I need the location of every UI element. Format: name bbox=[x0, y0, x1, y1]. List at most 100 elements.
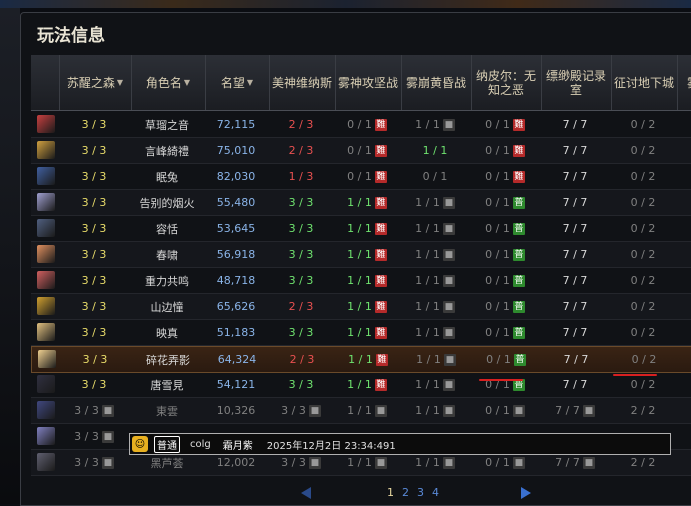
page-4[interactable]: 4 bbox=[432, 486, 439, 499]
score-cell: 54,121 bbox=[205, 372, 267, 397]
table-row[interactable]: 3 / 3 山边憧 65,626 2 / 31 / 1難1 / 1 ■ 0 / 1普7 /… bbox=[31, 294, 691, 320]
venus-value: 3 / 3 bbox=[288, 274, 314, 287]
name-value: 山边憧 bbox=[150, 300, 184, 314]
table-row[interactable]: 3 / 3 ■ 東雲 10,326 3 / 3 ■ 1 / 1 ■ 1 / 1 ■ 0 / 1 ■ 7 … bbox=[31, 398, 691, 424]
column-header-label: 角色名 bbox=[145, 75, 182, 90]
hard-mode-tag: 難 bbox=[375, 353, 388, 366]
name-cell: 碎花弄影 bbox=[132, 347, 204, 372]
dusk-value: 1 / 1 bbox=[415, 404, 440, 417]
character-avatar bbox=[37, 401, 55, 419]
forest-value: 3 / 3 bbox=[74, 456, 99, 469]
score-cell: 56,918 bbox=[205, 242, 267, 267]
name-cell: 草瑠之音 bbox=[131, 112, 203, 137]
siege-value: 1 / 1 bbox=[347, 196, 372, 209]
dusk-value: 1 / 1 bbox=[415, 248, 440, 261]
prev-page-icon[interactable] bbox=[301, 487, 311, 499]
table-row[interactable]: 3 / 3 重力共鸣 48,718 3 / 31 / 1難1 / 1 ■ 0 / 1普7 … bbox=[31, 268, 691, 294]
column-header-6[interactable]: 雾崩黄昏战 bbox=[401, 55, 470, 110]
lock-icon: ■ bbox=[442, 300, 455, 313]
forest-cell: 3 / 3 bbox=[59, 320, 129, 345]
column-header-9[interactable]: 征讨地下城 bbox=[611, 55, 676, 110]
score-value: 82,030 bbox=[216, 170, 256, 183]
score-value: 65,626 bbox=[216, 300, 256, 313]
dungeon-value: 0 / 2 bbox=[630, 326, 656, 339]
page-2[interactable]: 2 bbox=[402, 486, 409, 499]
table-row[interactable]: 3 / 3 言峰綺禮 75,010 2 / 30 / 1難1 / 10 / 1難7 /… bbox=[31, 138, 691, 164]
column-header-2[interactable]: 角色名 ▼ bbox=[131, 55, 204, 110]
column-header-5[interactable]: 雾神攻坚战 bbox=[335, 55, 400, 110]
venus-cell: 3 / 3 bbox=[269, 190, 333, 215]
page-3[interactable]: 3 bbox=[417, 486, 424, 499]
score-cell: 55,480 bbox=[205, 190, 267, 215]
score-value: 55,480 bbox=[216, 196, 256, 209]
column-header-10[interactable]: 雾 bbox=[677, 55, 691, 110]
venus-value: 3 / 3 bbox=[281, 456, 306, 469]
table-row[interactable]: 3 / 3 草瑠之音 72,115 2 / 30 / 1難1 / 1 ■ 0 / 1難7 … bbox=[31, 112, 691, 138]
siege-value: 1 / 1 bbox=[347, 326, 372, 339]
chat-name: 霜月紫 bbox=[222, 440, 253, 452]
table-row[interactable]: 3 / 3 眠兔 82,030 1 / 30 / 1難0 / 10 / 1難7 / 7… bbox=[31, 164, 691, 190]
annotation-underline-dungeon bbox=[613, 374, 657, 376]
column-header-label: 雾崩黄昏战 bbox=[405, 75, 466, 90]
column-header-3[interactable]: 名望 ▼ bbox=[205, 55, 268, 110]
mist-value: 7 / 7 bbox=[563, 353, 589, 366]
mist-cell: 7 / 7 bbox=[541, 138, 609, 163]
name-value: 東雲 bbox=[156, 404, 178, 418]
napier-cell: 0 / 1普 bbox=[471, 294, 539, 319]
score-value: 10,326 bbox=[216, 404, 256, 417]
mist-value: 7 / 7 bbox=[555, 404, 580, 417]
table-row[interactable]: 3 / 3 映真 51,183 3 / 31 / 1難1 / 1 ■ 0 / 1普7 / … bbox=[31, 320, 691, 346]
siege-value: 1 / 1 bbox=[348, 353, 373, 366]
napier-value: 0 / 1 bbox=[485, 274, 510, 287]
dusk-cell: 1 / 1 ■ bbox=[401, 112, 469, 137]
next-page-icon[interactable] bbox=[521, 487, 531, 499]
dungeon-value: 0 / 2 bbox=[630, 222, 656, 235]
dusk-cell: 1 / 1 bbox=[401, 138, 469, 163]
chat-icon: ☺ bbox=[132, 436, 148, 452]
name-value: 言峰綺禮 bbox=[145, 144, 189, 158]
column-header-4[interactable]: 美神维纳斯 bbox=[269, 55, 334, 110]
forest-value: 3 / 3 bbox=[81, 274, 107, 287]
page-1[interactable]: 1 bbox=[387, 486, 394, 499]
column-header-label: 名望 bbox=[220, 75, 245, 90]
lock-icon: ■ bbox=[442, 326, 455, 339]
lock-icon: ■ bbox=[442, 456, 455, 469]
mist-cell: 7 / 7 bbox=[541, 320, 609, 345]
table-row[interactable]: 3 / 3 唐雪見 54,121 3 / 31 / 1難1 / 1 ■ 0 / 1普7 /… bbox=[31, 372, 691, 398]
table-row[interactable]: 3 / 3 碎花弄影 64,324 2 / 31 / 1難1 / 1 ■ 0 / 1普7 … bbox=[31, 346, 691, 373]
column-header-8[interactable]: 缥缈殿记录室 bbox=[541, 55, 610, 110]
name-value: 黑芦荟 bbox=[150, 456, 184, 470]
venus-cell: 3 / 3 bbox=[269, 242, 333, 267]
hard-mode-tag: 難 bbox=[512, 170, 525, 183]
character-avatar bbox=[37, 141, 55, 159]
forest-value: 3 / 3 bbox=[81, 248, 107, 261]
sort-icon[interactable]: ▼ bbox=[184, 76, 190, 90]
dungeon-value: 0 / 2 bbox=[630, 274, 656, 287]
forest-value: 3 / 3 bbox=[81, 196, 107, 209]
dungeon-cell: 0 / 2 bbox=[611, 268, 675, 293]
sort-icon[interactable]: ▼ bbox=[247, 76, 253, 90]
dusk-cell: 1 / 1 ■ bbox=[401, 372, 469, 397]
dungeon-cell: 0 / 2 bbox=[611, 216, 675, 241]
table-row[interactable]: 3 / 3 容恬 53,645 3 / 31 / 1難1 / 1 ■ 0 / 1普7 / … bbox=[31, 216, 691, 242]
mist-value: 7 / 7 bbox=[562, 118, 588, 131]
table-row[interactable]: 3 / 3 春啸 56,918 3 / 31 / 1難1 / 1 ■ 0 / 1普7 / … bbox=[31, 242, 691, 268]
character-avatar bbox=[37, 167, 55, 185]
table-row[interactable]: 3 / 3 告别的烟火 55,480 3 / 31 / 1難1 / 1 ■ 0 / 1普7… bbox=[31, 190, 691, 216]
score-cell: 53,645 bbox=[205, 216, 267, 241]
napier-cell: 0 / 1難 bbox=[471, 112, 539, 137]
chat-time: 2025年12月2日 23:34:491 bbox=[266, 440, 396, 452]
background-strip bbox=[0, 0, 691, 8]
sort-icon[interactable]: ▼ bbox=[117, 76, 123, 90]
forest-cell: 3 / 3 ■ bbox=[59, 398, 129, 423]
dungeon-value: 0 / 2 bbox=[630, 170, 656, 183]
dusk-value: 1 / 1 bbox=[415, 222, 440, 235]
siege-value: 1 / 1 bbox=[347, 222, 372, 235]
mist-value: 7 / 7 bbox=[562, 378, 588, 391]
column-header-7[interactable]: 纳皮尔：无知之恶 bbox=[471, 55, 540, 110]
venus-cell: 1 / 3 bbox=[269, 164, 333, 189]
score-cell: 75,010 bbox=[205, 138, 267, 163]
forest-value: 3 / 3 bbox=[81, 118, 107, 131]
forest-cell: 3 / 3 bbox=[59, 372, 129, 397]
column-header-1[interactable]: 苏醒之森 ▼ bbox=[59, 55, 130, 110]
